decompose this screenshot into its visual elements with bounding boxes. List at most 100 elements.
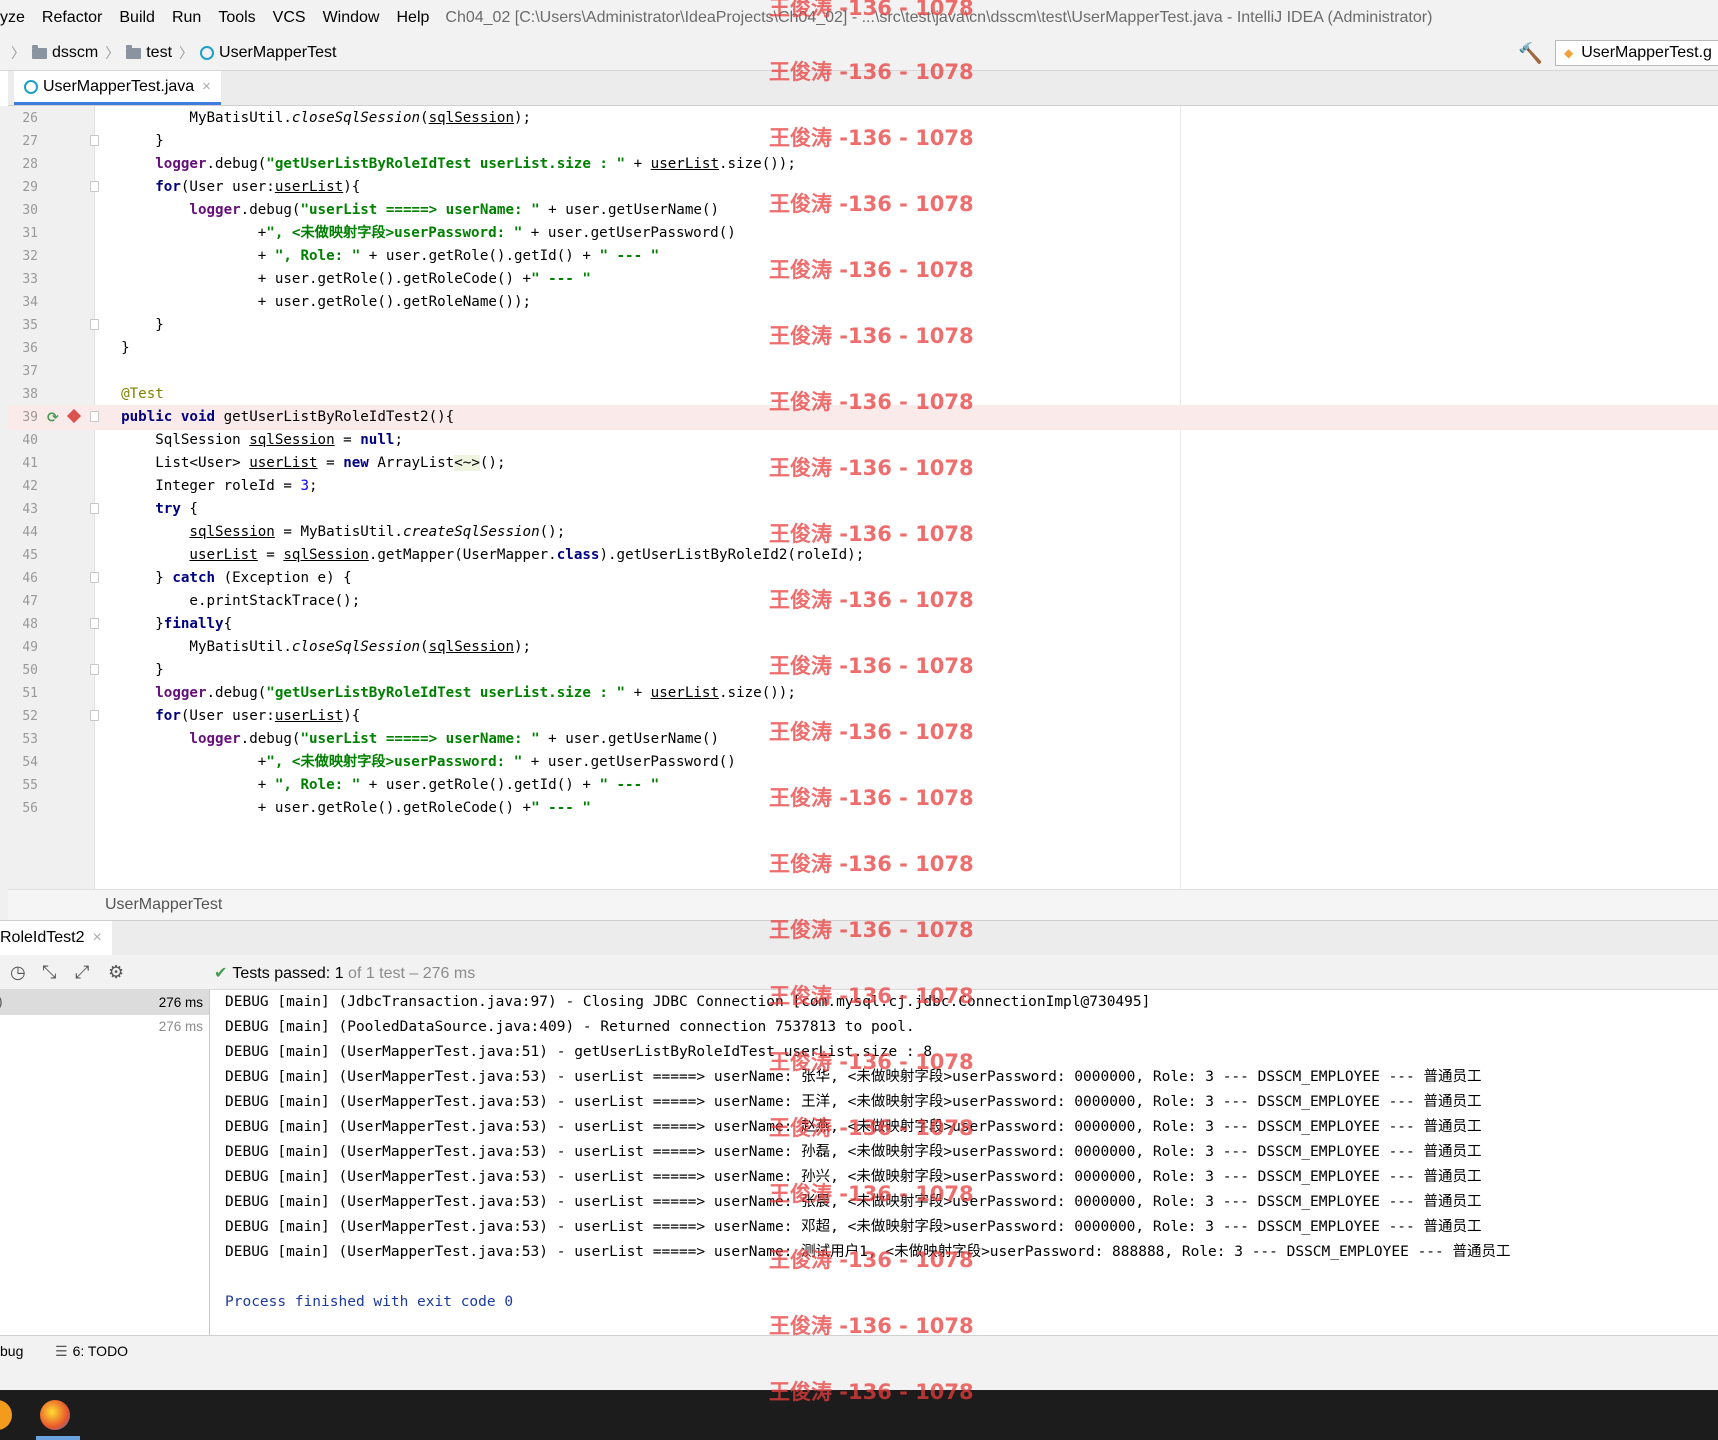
run-config-icon: ◆	[1564, 46, 1574, 60]
windows-taskbar	[0, 1390, 1718, 1440]
test-duration: 276 ms	[158, 1019, 203, 1034]
console-line: DEBUG [main] (UserMapperTest.java:53) - …	[225, 1219, 1482, 1235]
console-line: DEBUG [main] (UserMapperTest.java:51) - …	[225, 1044, 933, 1060]
tool-window-todo[interactable]: ☰ 6: TODO	[55, 1343, 128, 1360]
fold-marker-icon[interactable]	[90, 411, 99, 422]
code-line: 26 MyBatisUtil.closeSqlSession(sqlSessio…	[8, 106, 1718, 131]
code-line: 40 SqlSession sqlSession = null;	[8, 428, 1718, 453]
menu-refactor[interactable]: Refactor	[33, 9, 110, 27]
code-line: 36 }	[8, 336, 1718, 361]
tab-usermappertest-java[interactable]: UserMapperTest.java ×	[14, 71, 221, 105]
code-line: 43 try {	[8, 497, 1718, 522]
console-line: DEBUG [main] (UserMapperTest.java:53) - …	[225, 1144, 1482, 1160]
run-tab-bar: RoleIdTest2 ×	[0, 920, 1718, 956]
menu-window[interactable]: Window	[314, 9, 388, 27]
code-line: 53 logger.debug("userList =====> userNam…	[8, 727, 1718, 752]
run-test-icon[interactable]: ⟳	[47, 409, 59, 426]
fold-marker-icon[interactable]	[90, 664, 99, 675]
fold-marker-icon[interactable]	[90, 135, 99, 146]
tool-window-strip: bug ☰ 6: TODO	[0, 1335, 1718, 1367]
menu-vcs[interactable]: VCS	[264, 9, 314, 27]
taskbar-active-indicator	[36, 1436, 80, 1440]
console-output[interactable]: DEBUG [main] (JdbcTransaction.java:97) -…	[210, 990, 1718, 1335]
fold-marker-icon[interactable]	[90, 618, 99, 629]
nav-crumb-class[interactable]: 〉 UserMapperTest	[172, 43, 336, 63]
line-number: 40	[22, 433, 38, 448]
expand-all-icon[interactable]: ⤢	[75, 962, 89, 983]
line-number: 41	[22, 456, 38, 471]
taskbar-browser-icon[interactable]	[40, 1400, 70, 1430]
nav-crumb-dsscm[interactable]: 〉 dsscm	[4, 43, 98, 63]
run-tab-label: RoleIdTest2	[0, 929, 85, 946]
code-line: 55 + ", Role: " + user.getRole().getId()…	[8, 773, 1718, 798]
code-editor[interactable]: 26 MyBatisUtil.closeSqlSession(sqlSessio…	[8, 106, 1718, 889]
menu-bar: yze Refactor Build Run Tools VCS Window …	[0, 0, 1718, 36]
code-line: 46 } catch (Exception e) {	[8, 566, 1718, 591]
close-icon[interactable]: ×	[202, 78, 211, 95]
run-config-label: UserMapperTest.g	[1581, 44, 1712, 61]
collapse-all-icon[interactable]: ⤡	[42, 962, 56, 983]
line-number: 28	[22, 157, 38, 172]
code-line: 27 }	[8, 129, 1718, 154]
fold-marker-icon[interactable]	[90, 181, 99, 192]
tests-passed-label: Tests passed:	[232, 965, 331, 982]
line-number: 29	[22, 180, 38, 195]
tab-run-test[interactable]: RoleIdTest2 ×	[0, 921, 112, 955]
code-line: 32 + ", Role: " + user.getRole().getId()…	[8, 244, 1718, 269]
line-number: 51	[22, 686, 38, 701]
line-number: 44	[22, 525, 38, 540]
code-line: 54 +", <未做映射字段>userPassword: " + user.ge…	[8, 750, 1718, 775]
taskbar-app-icon[interactable]	[0, 1400, 12, 1430]
fold-marker-icon[interactable]	[90, 503, 99, 514]
code-line: 45 userList = sqlSession.getMapper(UserM…	[8, 543, 1718, 568]
line-number: 35	[22, 318, 38, 333]
process-finished-line: Process finished with exit code 0	[225, 1294, 514, 1310]
menu-analyze[interactable]: yze	[0, 9, 33, 27]
editor-tab-bar: UserMapperTest.java ×	[8, 71, 1718, 106]
nav-crumb-label: test	[146, 44, 173, 61]
class-icon	[24, 79, 38, 94]
list-icon: ☰	[55, 1343, 68, 1359]
gear-icon[interactable]: ⚙	[108, 962, 124, 983]
code-line: 42 Integer roleId = 3;	[8, 474, 1718, 499]
menu-run[interactable]: Run	[163, 9, 209, 27]
nav-crumb-test[interactable]: 〉 test	[98, 43, 172, 63]
tool-window-debug[interactable]: bug	[0, 1343, 23, 1359]
menu-tools[interactable]: Tools	[209, 9, 263, 27]
code-line: 49 MyBatisUtil.closeSqlSession(sqlSessio…	[8, 635, 1718, 660]
console-line: DEBUG [main] (UserMapperTest.java:53) - …	[225, 1094, 1482, 1110]
test-tree-node[interactable]: 276 ms	[0, 1014, 209, 1039]
code-line: 28 logger.debug("getUserListByRoleIdTest…	[8, 152, 1718, 177]
menu-build[interactable]: Build	[110, 9, 163, 27]
tests-passed-status: ✔ Tests passed: 1 of 1 test – 276 ms	[214, 963, 475, 983]
run-configuration-select[interactable]: ◆ UserMapperTest.g	[1555, 40, 1718, 66]
build-hammer-icon[interactable]: 🔨	[1518, 41, 1543, 66]
nav-crumb-label: dsscm	[52, 44, 99, 61]
breakpoint-icon[interactable]	[66, 408, 82, 424]
folder-icon	[32, 44, 47, 59]
code-line: 33 + user.getRole().getRoleCode() +" ---…	[8, 267, 1718, 292]
class-icon	[200, 46, 215, 60]
editor-breadcrumb[interactable]: UserMapperTest	[8, 889, 1718, 920]
close-icon[interactable]: ×	[93, 929, 102, 947]
line-number: 34	[22, 295, 38, 310]
chevron-right-icon: )	[0, 994, 3, 1009]
fold-marker-icon[interactable]	[90, 319, 99, 330]
code-line: 34 + user.getRole().getRoleName());	[8, 290, 1718, 315]
code-line-current: 39 ⟳ public void getUserListByRoleIdTest2…	[8, 405, 1718, 430]
console-line: DEBUG [main] (PooledDataSource.java:409)…	[225, 1019, 915, 1035]
fold-marker-icon[interactable]	[90, 572, 99, 583]
line-number: 56	[22, 801, 38, 816]
code-line: 31 +", <未做映射字段>userPassword: " + user.ge…	[8, 221, 1718, 246]
line-number: 33	[22, 272, 38, 287]
line-number: 26	[22, 111, 38, 126]
search-history-icon[interactable]: ◷	[10, 962, 26, 983]
line-number: 45	[22, 548, 38, 563]
test-tree-node[interactable]: ) 276 ms	[0, 990, 209, 1015]
navigation-bar: 〉 dsscm 〉 test 〉 UserMapperTest 🔨 ◆ User…	[0, 36, 1718, 71]
run-toolbar: ◷ ⤡ ⤢ ⚙ ✔ Tests passed: 1 of 1 test – 276…	[0, 955, 1718, 990]
console-line: DEBUG [main] (UserMapperTest.java:53) - …	[225, 1194, 1482, 1210]
menu-help[interactable]: Help	[387, 9, 437, 27]
fold-marker-icon[interactable]	[90, 710, 99, 721]
line-number: 31	[22, 226, 38, 241]
